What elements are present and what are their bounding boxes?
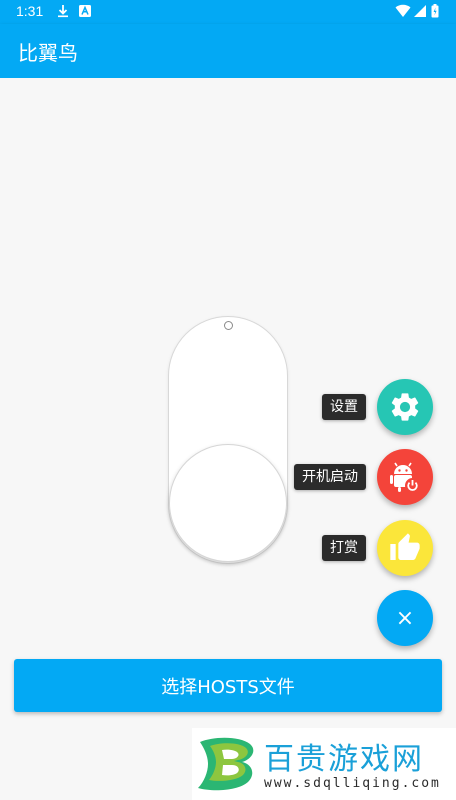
- watermark-url: www.sdqlliqing.com: [264, 776, 441, 791]
- toggle-knob[interactable]: [169, 444, 287, 562]
- select-hosts-file-button[interactable]: 选择HOSTS文件: [14, 659, 442, 712]
- app-notification-icon: [79, 5, 91, 17]
- settings-fab-label[interactable]: 设置: [322, 394, 366, 420]
- signal-icon: [414, 5, 426, 17]
- gear-icon: [391, 393, 419, 421]
- watermark-logo: [198, 737, 254, 791]
- watermark-title: 百贵游戏网: [264, 742, 424, 777]
- status-time: 1:31: [16, 3, 44, 19]
- battery-icon: [431, 4, 439, 18]
- app-bar: 比翼鸟: [0, 24, 456, 78]
- wifi-icon: [395, 4, 411, 17]
- boot-startup-fab-button[interactable]: [377, 449, 433, 505]
- close-fab-button[interactable]: ×: [377, 590, 433, 646]
- close-icon: ×: [395, 605, 415, 631]
- tip-fab-button[interactable]: [377, 520, 433, 576]
- app-title: 比翼鸟: [18, 41, 78, 65]
- thumbs-up-icon: [390, 533, 420, 560]
- android-power-icon: [390, 462, 420, 493]
- power-toggle[interactable]: [168, 316, 288, 564]
- toggle-indicator-ring: [224, 321, 233, 330]
- status-bar: 1:31: [0, 0, 456, 24]
- download-icon: [58, 5, 68, 18]
- boot-startup-fab-label[interactable]: 开机启动: [294, 464, 366, 490]
- settings-fab-button[interactable]: [377, 379, 433, 435]
- tip-fab-label[interactable]: 打赏: [322, 535, 366, 561]
- watermark: 百贵游戏网 www.sdqlliqing.com: [192, 728, 456, 800]
